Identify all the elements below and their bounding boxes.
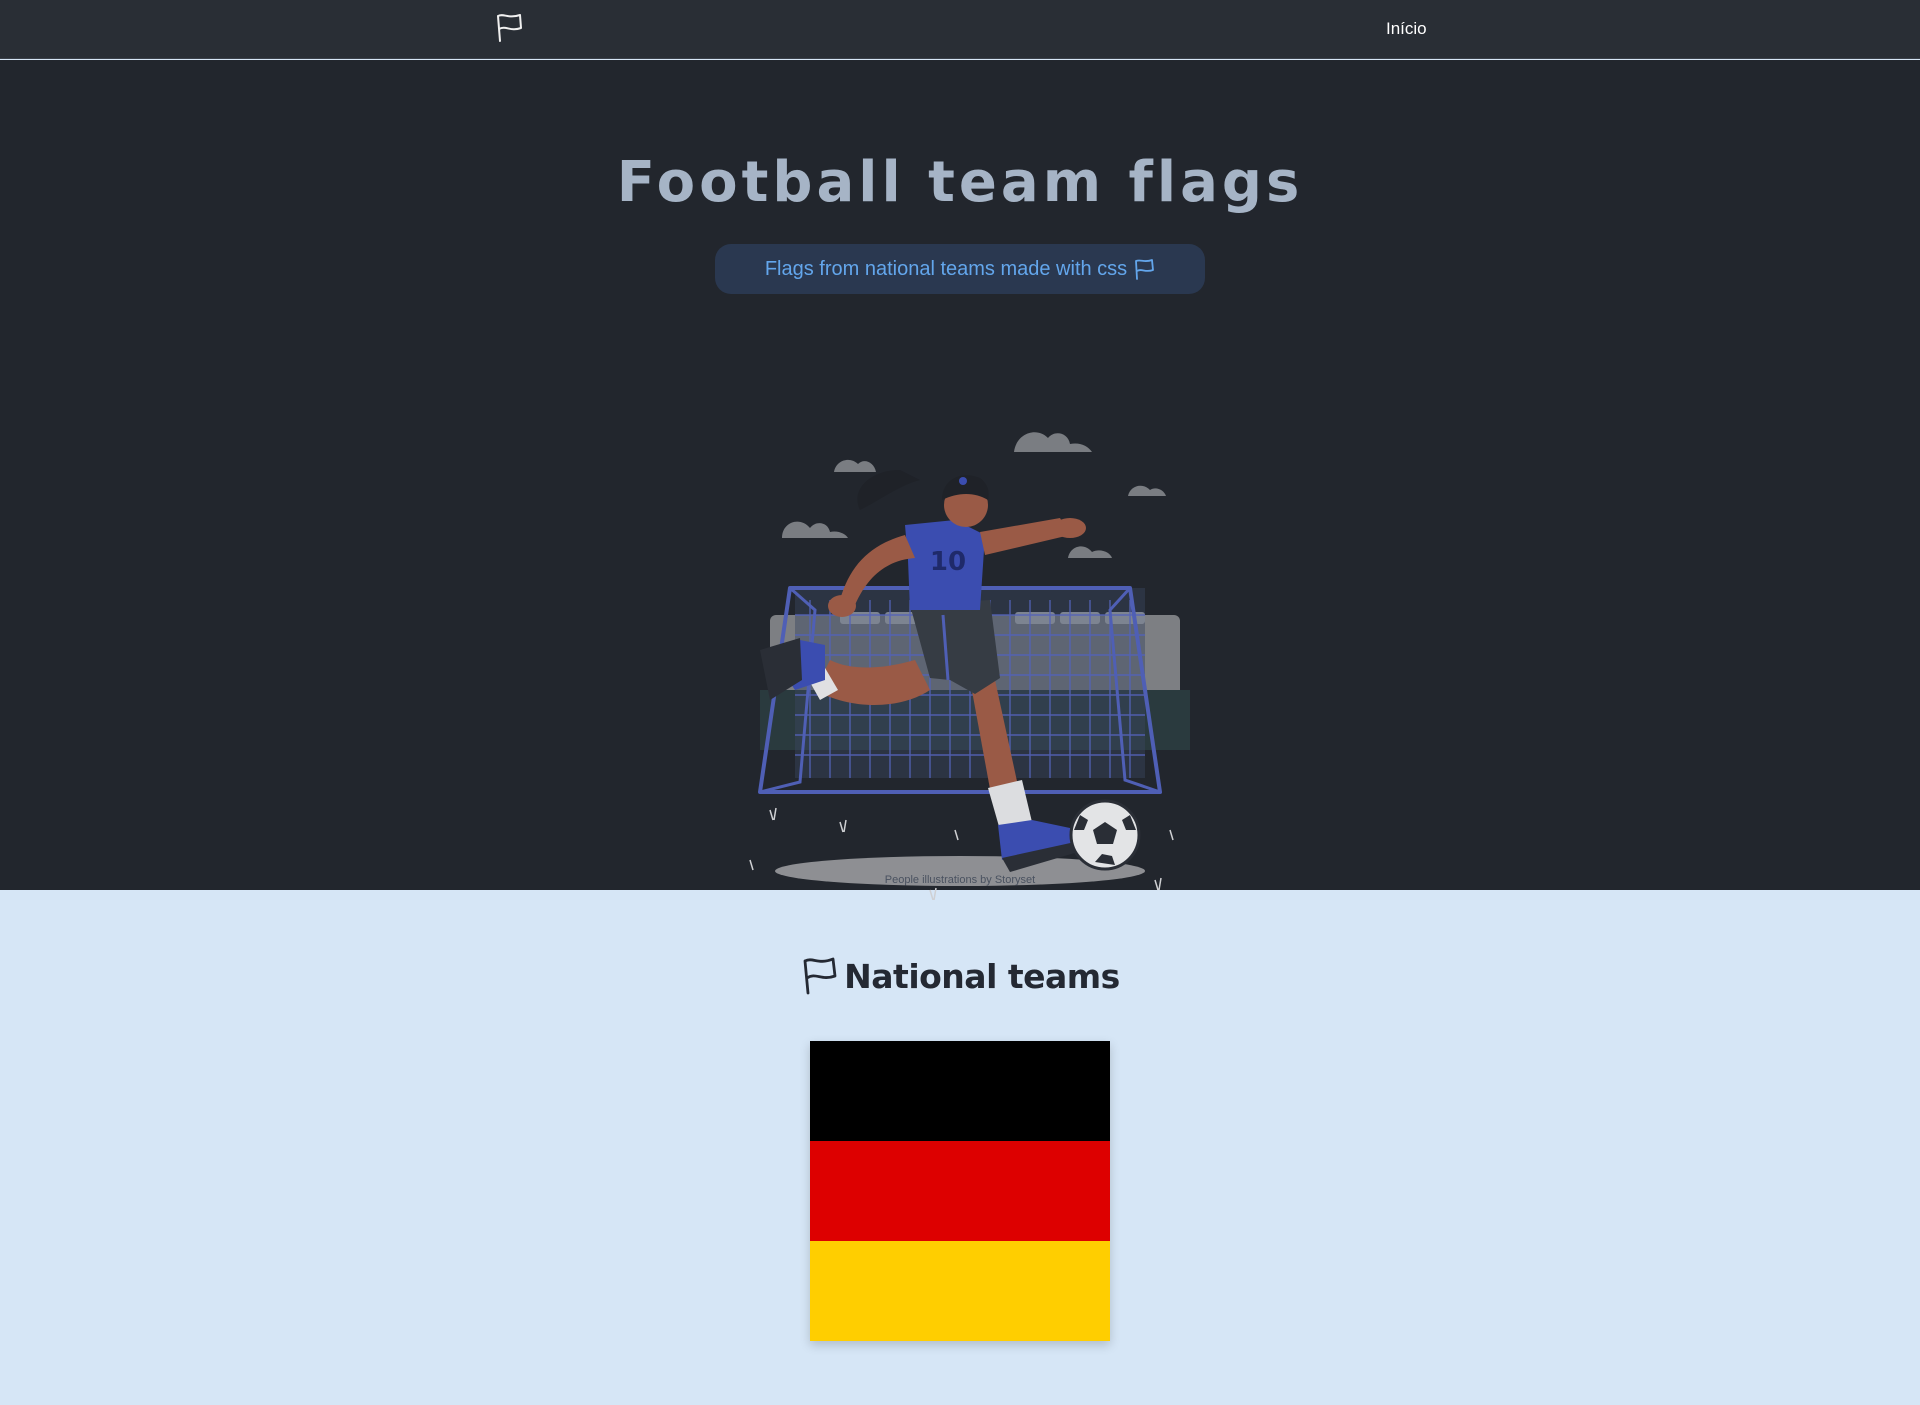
- nav-link-inicio[interactable]: Início: [1386, 19, 1427, 39]
- illustration-credit: People illustrations by Storyset: [884, 874, 1036, 886]
- hero-section: Football team flags Flags from national …: [0, 60, 1920, 900]
- flag-stripe-gold: [810, 1241, 1110, 1341]
- section-title: National teams: [844, 956, 1120, 996]
- section-heading: National teams: [0, 955, 1920, 997]
- flag-card-germany[interactable]: [810, 1041, 1110, 1341]
- football-ball: [1069, 799, 1141, 871]
- subtitle-text: Flags from national teams made with css: [764, 257, 1128, 280]
- home-logo-link[interactable]: [494, 11, 524, 43]
- flag-stripe-black: [810, 1041, 1110, 1141]
- navbar: Início: [0, 0, 1920, 59]
- flag-icon: [803, 957, 837, 995]
- flag-icon: [1135, 259, 1155, 280]
- page-title: Football team flags: [616, 150, 1304, 215]
- flag-stripe-red: [810, 1141, 1110, 1241]
- flag-icon: [497, 14, 522, 42]
- svg-text:10: 10: [930, 547, 966, 577]
- football-player-illustration: 10: [749, 432, 1190, 900]
- subtitle-badge: Flags from national teams made with css: [715, 244, 1205, 294]
